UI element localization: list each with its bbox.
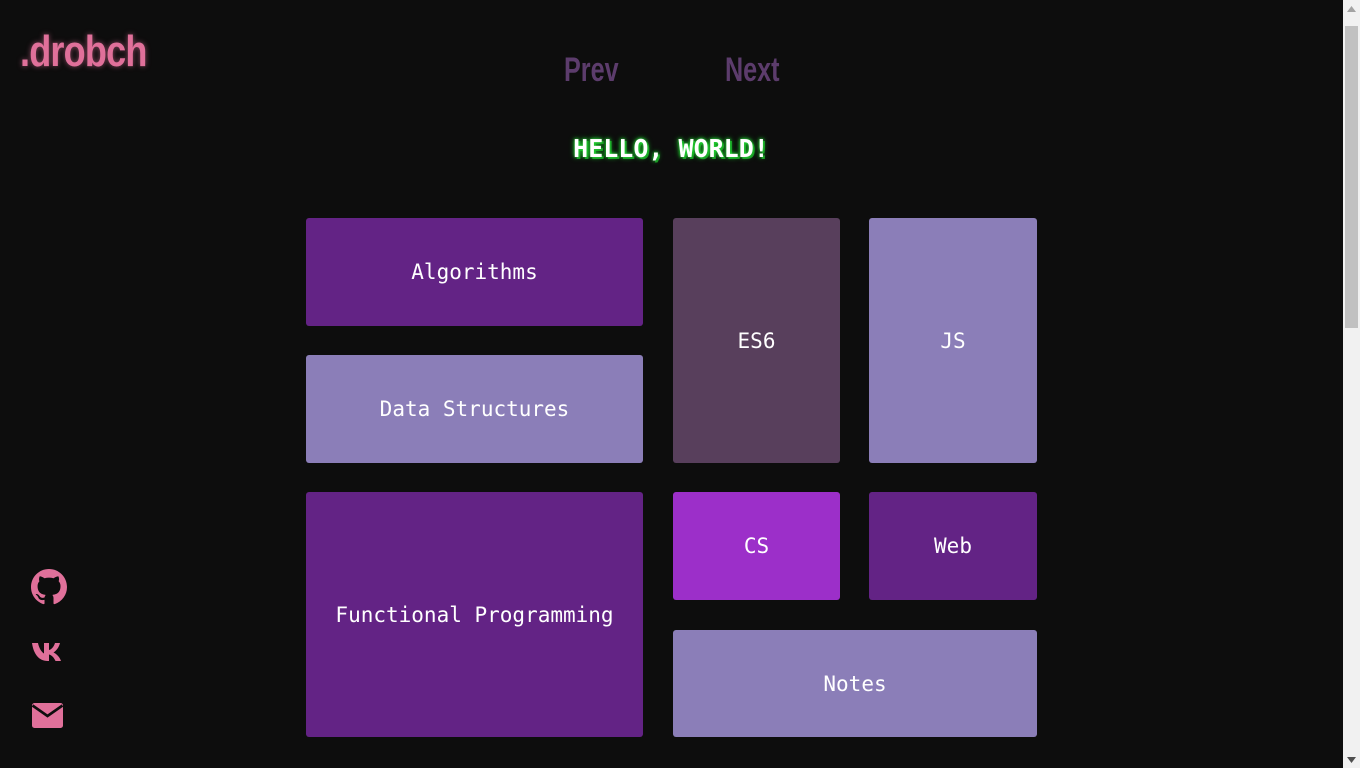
tile-web[interactable]: Web bbox=[869, 492, 1037, 600]
tile-functional-programming[interactable]: Functional Programming bbox=[306, 492, 643, 737]
next-link[interactable]: Next bbox=[725, 48, 780, 92]
tile-data-structures[interactable]: Data Structures bbox=[306, 355, 643, 463]
page-heading: HELLO, WORLD! bbox=[573, 134, 769, 163]
vk-link[interactable] bbox=[31, 633, 67, 669]
page: .drobch Prev Next HELLO, WORLD! Algorith… bbox=[0, 0, 1360, 768]
mail-link[interactable] bbox=[31, 697, 67, 733]
scroll-up-arrow-icon[interactable] bbox=[1343, 0, 1360, 17]
site-logo[interactable]: .drobch bbox=[20, 26, 147, 78]
scrollbar-thumb[interactable] bbox=[1345, 26, 1358, 328]
scroll-down-arrow-icon[interactable] bbox=[1343, 751, 1360, 768]
github-icon bbox=[31, 569, 67, 605]
tile-js[interactable]: JS bbox=[869, 218, 1037, 463]
github-link[interactable] bbox=[31, 569, 67, 605]
tile-es6[interactable]: ES6 bbox=[673, 218, 840, 463]
tile-algorithms[interactable]: Algorithms bbox=[306, 218, 643, 326]
vk-icon bbox=[32, 643, 61, 661]
prev-link[interactable]: Prev bbox=[564, 48, 619, 92]
tile-notes[interactable]: Notes bbox=[673, 630, 1037, 737]
page-scrollbar[interactable] bbox=[1343, 0, 1360, 768]
mail-icon bbox=[31, 703, 64, 728]
tile-cs[interactable]: CS bbox=[673, 492, 840, 600]
